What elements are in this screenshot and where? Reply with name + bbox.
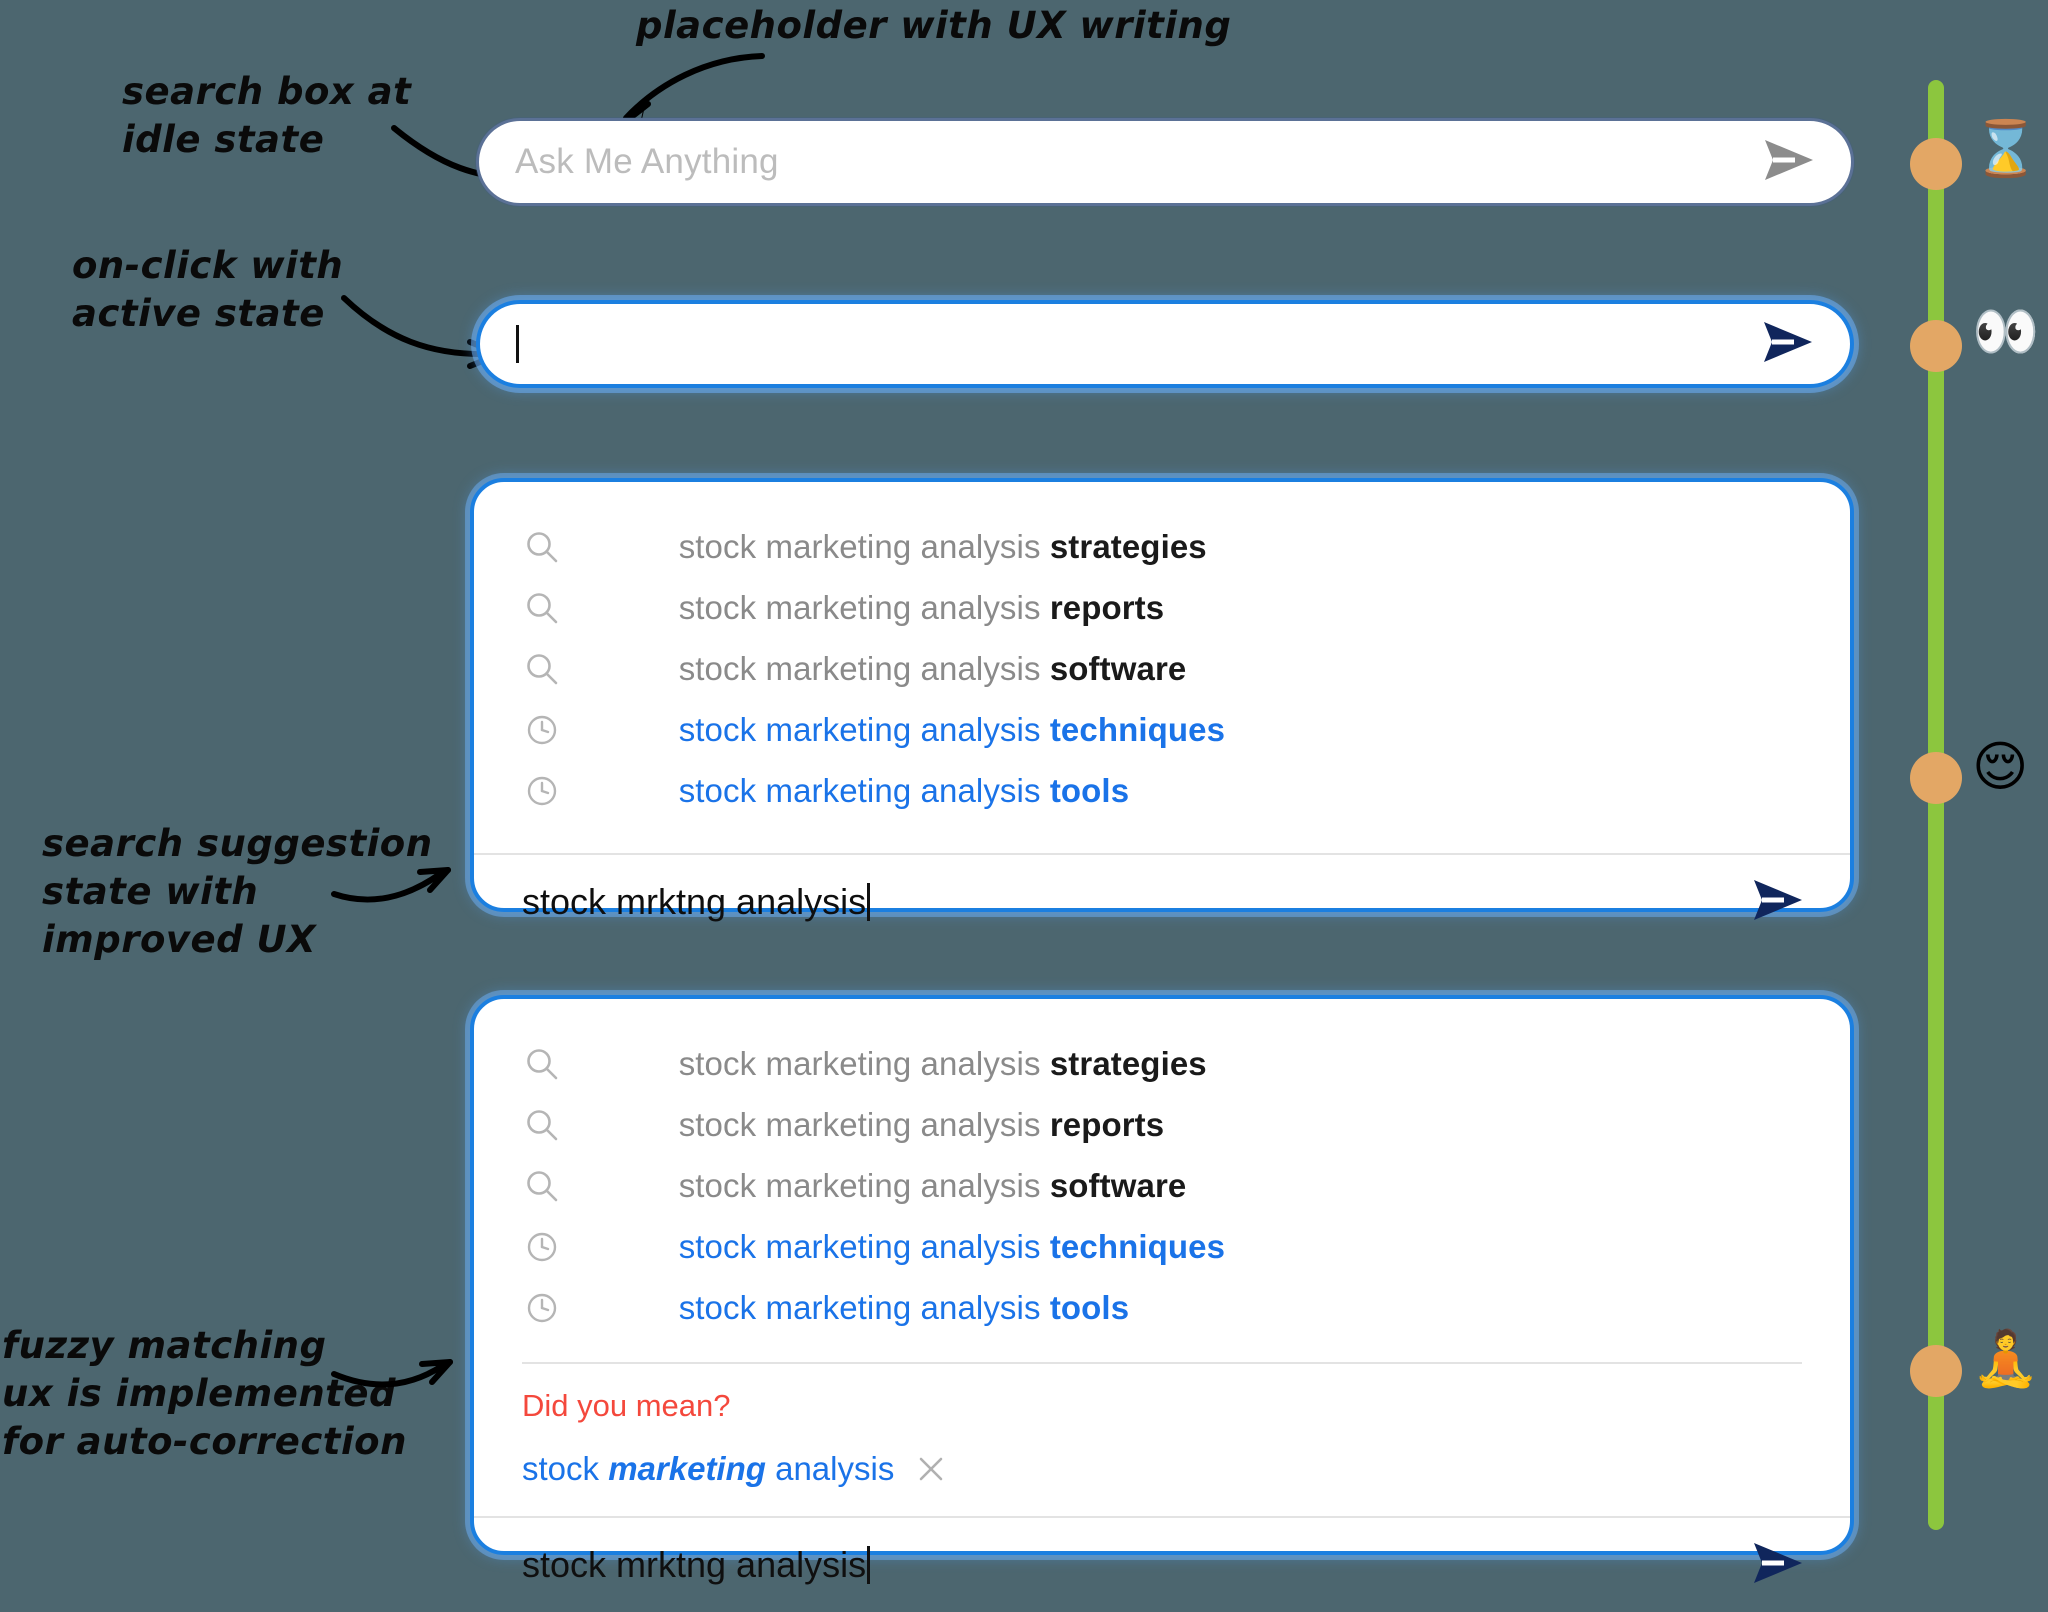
search-box-idle[interactable]: Ask Me Anything <box>476 118 1854 206</box>
clock-icon <box>522 710 562 750</box>
annotation-active-note: on-click with active state <box>72 244 344 336</box>
search-input-active[interactable] <box>516 325 1760 363</box>
panel-input-row[interactable]: stock mrktng analysis <box>522 1544 1750 1586</box>
timeline-dot <box>1910 1345 1962 1397</box>
annotation-idle-note: search box at idle state <box>122 70 412 162</box>
suggestion-panel-fuzzy: stock marketing analysis strategies stoc… <box>470 995 1854 1585</box>
search-box-active[interactable] <box>476 300 1854 388</box>
magnifier-icon <box>522 649 562 689</box>
send-arrow-icon[interactable] <box>1750 877 1806 928</box>
close-icon[interactable] <box>916 1454 946 1484</box>
clock-icon <box>522 1288 562 1328</box>
hourglass-emoji: ⌛ <box>1972 117 2040 180</box>
dym-prefix: stock <box>522 1450 609 1487</box>
suggestion-highlight: tools <box>1049 771 1130 809</box>
did-you-mean-section: Did you mean? stock marketing analysis <box>474 1364 1850 1488</box>
eyes-emoji: 👀 <box>1972 300 2040 363</box>
clock-icon <box>522 771 562 811</box>
did-you-mean-suggestion[interactable]: stock marketing analysis <box>522 1450 894 1488</box>
suggestion-list: stock marketing analysis strategies stoc… <box>474 999 1850 1352</box>
magnifier-icon <box>522 1044 562 1084</box>
text-caret <box>867 1546 871 1584</box>
panel-input-value: stock mrktng analysis <box>522 881 867 922</box>
panel-search-input[interactable]: stock mrktng analysis <box>474 853 1850 949</box>
suggestion-base: stock marketing analysis <box>678 1288 1050 1326</box>
annotation-placeholder-note: placeholder with UX writing <box>636 4 1232 47</box>
send-arrow-icon[interactable] <box>1761 137 1817 188</box>
timeline-track <box>1928 80 1944 1530</box>
magnifier-icon <box>522 527 562 567</box>
magnifier-icon <box>522 1105 562 1145</box>
search-input-placeholder: Ask Me Anything <box>515 142 779 181</box>
magnifier-icon <box>522 1166 562 1206</box>
suggestion-base: stock marketing analysis <box>678 771 1050 809</box>
did-you-mean-title: Did you mean? <box>522 1388 731 1423</box>
send-arrow-icon[interactable] <box>1750 1540 1806 1591</box>
suggestion-list: stock marketing analysis strategies stoc… <box>474 482 1850 835</box>
dym-emphasis: marketing <box>608 1450 766 1487</box>
suggestion-highlight: tools <box>1049 1288 1130 1326</box>
text-caret <box>516 325 519 363</box>
relieved-face-emoji: 😌 <box>1972 735 2029 798</box>
design-canvas: placeholder with UX writing search box a… <box>0 0 2048 1601</box>
send-arrow-icon[interactable] <box>1760 319 1816 370</box>
timeline-dot <box>1910 320 1962 372</box>
person-lotus-emoji: 🧘 <box>1972 1327 2040 1390</box>
text-caret <box>867 883 871 921</box>
panel-input-value: stock mrktng analysis <box>522 1544 867 1585</box>
did-you-mean-row[interactable]: stock marketing analysis <box>522 1450 1850 1488</box>
magnifier-icon <box>522 588 562 628</box>
panel-search-input[interactable]: stock mrktng analysis <box>474 1516 1850 1612</box>
clock-icon <box>522 1227 562 1267</box>
panel-input-row[interactable]: stock mrktng analysis <box>522 881 1750 923</box>
timeline-dot <box>1910 752 1962 804</box>
annotation-arrow-fuzzy <box>331 1359 453 1388</box>
annotation-arrow-suggestion <box>331 867 451 903</box>
suggestion-panel-basic: stock marketing analysis strategies stoc… <box>470 478 1854 922</box>
dym-suffix: analysis <box>765 1450 895 1487</box>
timeline-dot <box>1910 138 1962 190</box>
